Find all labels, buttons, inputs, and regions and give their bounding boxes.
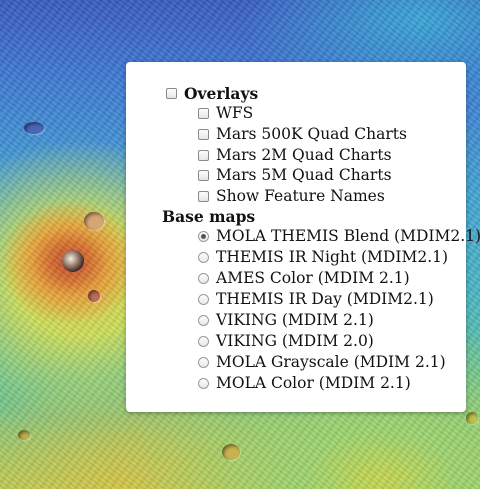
basemap-item-viking-21[interactable]: VIKING (MDIM 2.1) xyxy=(198,311,374,329)
basemap-radio[interactable] xyxy=(198,356,209,368)
basemap-radio[interactable] xyxy=(198,377,209,389)
crater xyxy=(18,430,30,440)
layer-control-panel: Overlays WFS Mars 500K Quad Charts Mars … xyxy=(126,62,480,412)
crater xyxy=(222,444,240,460)
basemap-radio[interactable] xyxy=(198,335,209,347)
basemap-item-themis-ir-day[interactable]: THEMIS IR Day (MDIM2.1) xyxy=(198,290,434,308)
overlay-label: Mars 2M Quad Charts xyxy=(216,146,392,164)
overlays-toggle[interactable]: Overlays xyxy=(166,84,258,103)
overlay-checkbox[interactable] xyxy=(198,190,209,202)
overlay-label: Show Feature Names xyxy=(216,187,385,205)
overlay-label: WFS xyxy=(216,104,254,122)
basemap-item-ames-color[interactable]: AMES Color (MDIM 2.1) xyxy=(198,269,410,287)
basemap-item-mola-grayscale[interactable]: MOLA Grayscale (MDIM 2.1) xyxy=(198,353,446,371)
basemap-radio[interactable] xyxy=(198,272,209,284)
basemap-item-mola-themis[interactable]: MOLA THEMIS Blend (MDIM2.1) xyxy=(198,227,480,245)
basemap-label: MOLA Color (MDIM 2.1) xyxy=(216,374,411,392)
overlay-item-feature-names[interactable]: Show Feature Names xyxy=(198,187,385,205)
basemap-label: THEMIS IR Day (MDIM2.1) xyxy=(216,290,434,308)
basemap-radio[interactable] xyxy=(198,230,209,242)
basemap-item-themis-ir-night[interactable]: THEMIS IR Night (MDIM2.1) xyxy=(198,248,448,266)
overlays-checkbox[interactable] xyxy=(166,88,177,99)
overlay-item-mars-5m[interactable]: Mars 5M Quad Charts xyxy=(198,166,392,184)
base-maps-heading: Base maps xyxy=(162,207,255,226)
basemap-label: VIKING (MDIM 2.1) xyxy=(216,311,374,329)
overlay-checkbox[interactable] xyxy=(198,107,209,119)
crater xyxy=(84,212,104,230)
overlay-item-wfs[interactable]: WFS xyxy=(198,104,253,122)
overlay-item-mars-500k[interactable]: Mars 500K Quad Charts xyxy=(198,125,407,143)
overlays-label: Overlays xyxy=(184,84,259,103)
basemap-item-mola-color[interactable]: MOLA Color (MDIM 2.1) xyxy=(198,374,411,392)
overlay-item-mars-2m[interactable]: Mars 2M Quad Charts xyxy=(198,146,392,164)
crater xyxy=(88,290,100,302)
overlay-checkbox[interactable] xyxy=(198,169,209,181)
crater xyxy=(24,122,44,134)
basemap-label: MOLA Grayscale (MDIM 2.1) xyxy=(216,353,446,371)
basemap-item-viking-20[interactable]: VIKING (MDIM 2.0) xyxy=(198,332,374,350)
basemap-label: THEMIS IR Night (MDIM2.1) xyxy=(216,248,449,266)
overlay-label: Mars 500K Quad Charts xyxy=(216,125,407,143)
basemap-radio[interactable] xyxy=(198,251,209,263)
overlay-checkbox[interactable] xyxy=(198,149,209,161)
basemap-radio[interactable] xyxy=(198,314,209,326)
basemap-radio[interactable] xyxy=(198,293,209,305)
volcano-summit xyxy=(62,250,84,272)
basemap-label: MOLA THEMIS Blend (MDIM2.1) xyxy=(216,227,480,245)
basemap-label: AMES Color (MDIM 2.1) xyxy=(216,269,410,287)
base-maps-label: Base maps xyxy=(162,207,256,226)
crater xyxy=(466,412,478,424)
overlay-label: Mars 5M Quad Charts xyxy=(216,166,392,184)
overlay-checkbox[interactable] xyxy=(198,128,209,140)
basemap-label: VIKING (MDIM 2.0) xyxy=(216,332,374,350)
